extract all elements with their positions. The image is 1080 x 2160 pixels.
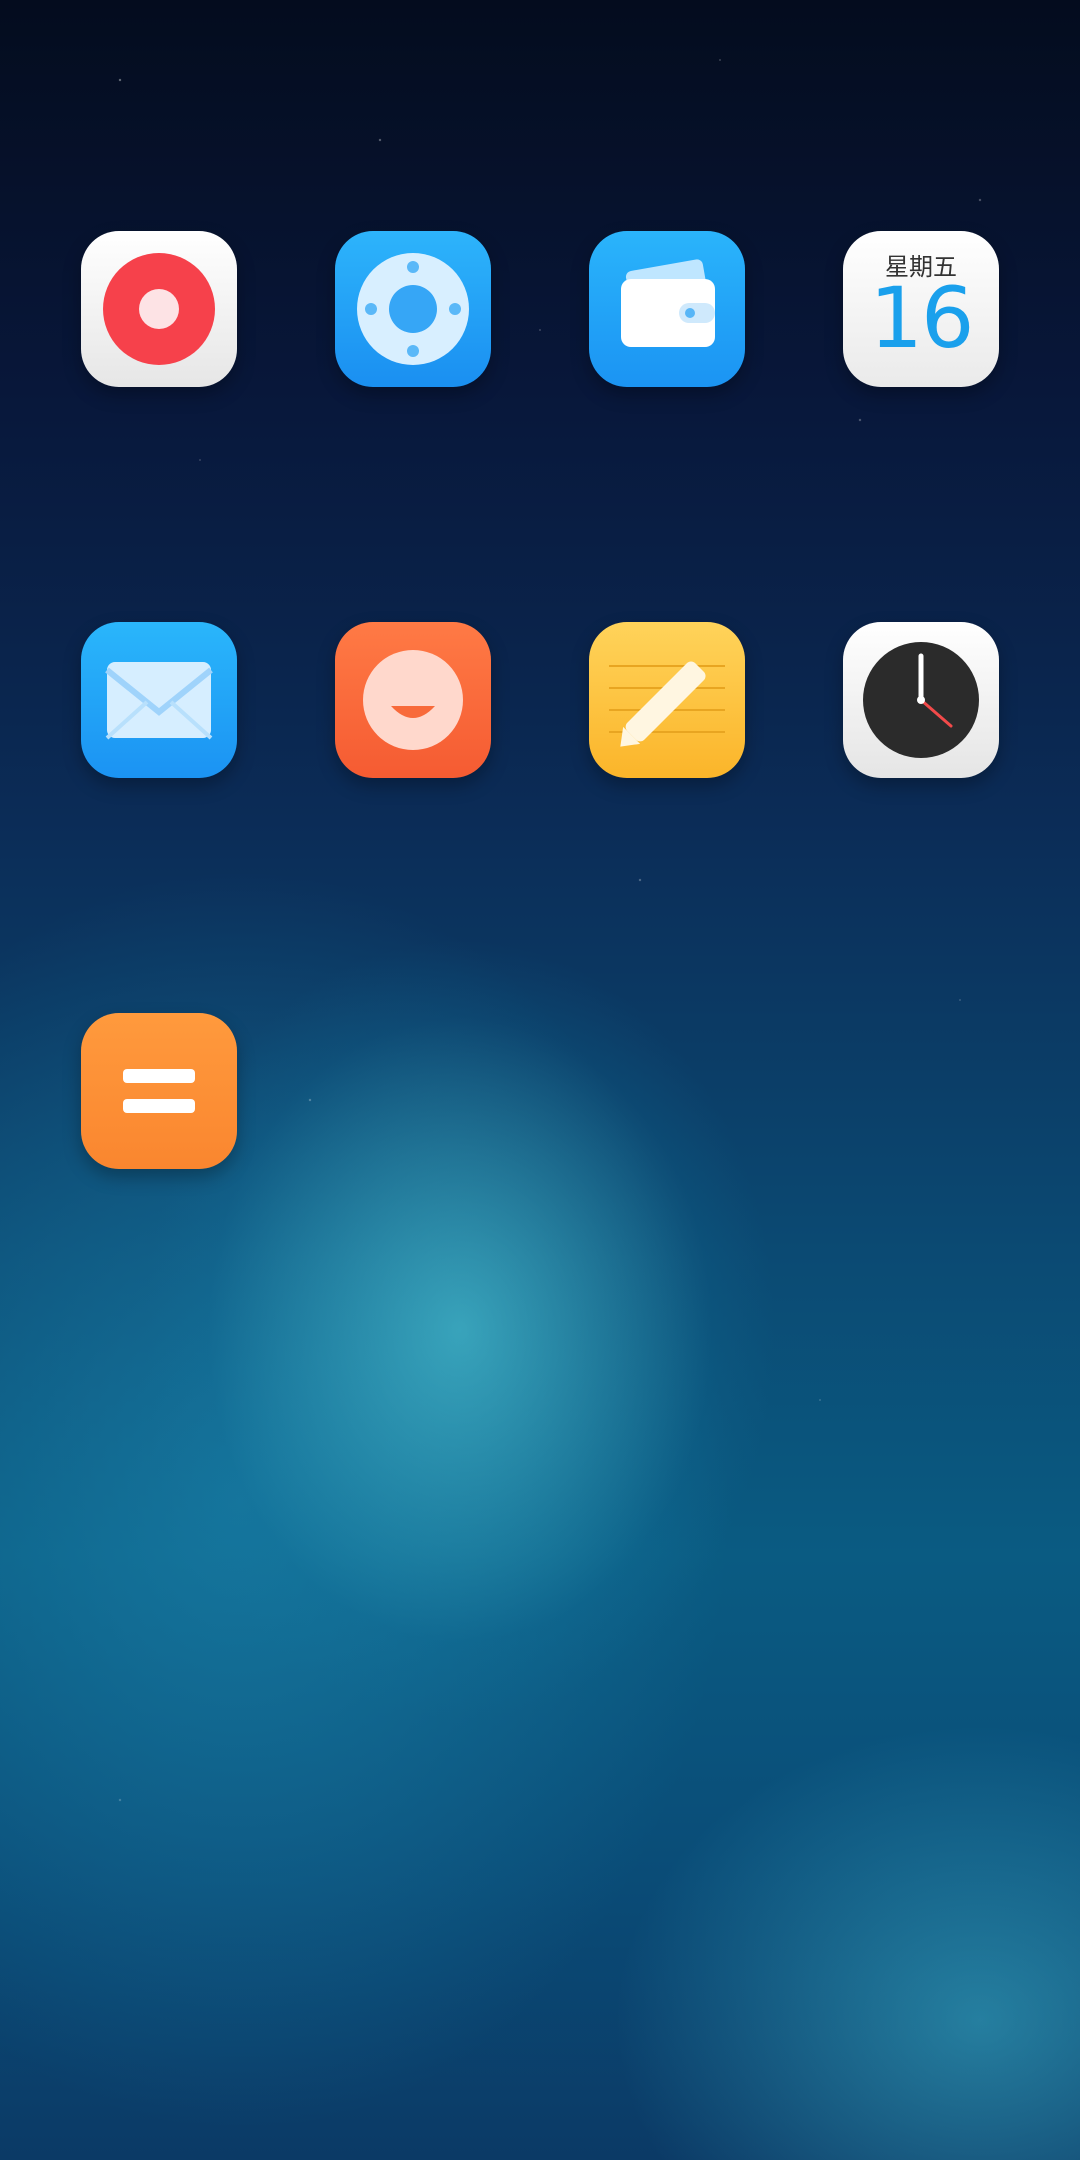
mi-home-app-icon[interactable] (335, 231, 491, 387)
notes-pencil-icon (589, 622, 745, 778)
mi-home-icon (335, 231, 491, 387)
wallet-app-icon[interactable] (589, 231, 745, 387)
calendar-app-icon[interactable]: 星期五 16 (843, 231, 999, 387)
wallet-icon (589, 231, 745, 387)
mail-icon (81, 622, 237, 778)
clock-icon (843, 622, 999, 778)
clock-app-icon[interactable] (843, 622, 999, 778)
calculator-icon (81, 1013, 237, 1169)
smile-face-icon (335, 622, 491, 778)
recorder-app-icon[interactable] (81, 231, 237, 387)
calculator-app-icon[interactable] (81, 1013, 237, 1169)
email-app-icon[interactable] (81, 622, 237, 778)
recorder-icon (81, 231, 237, 387)
feedback-app-icon[interactable] (335, 622, 491, 778)
notes-app-icon[interactable] (589, 622, 745, 778)
calendar-day: 16 (869, 269, 975, 367)
